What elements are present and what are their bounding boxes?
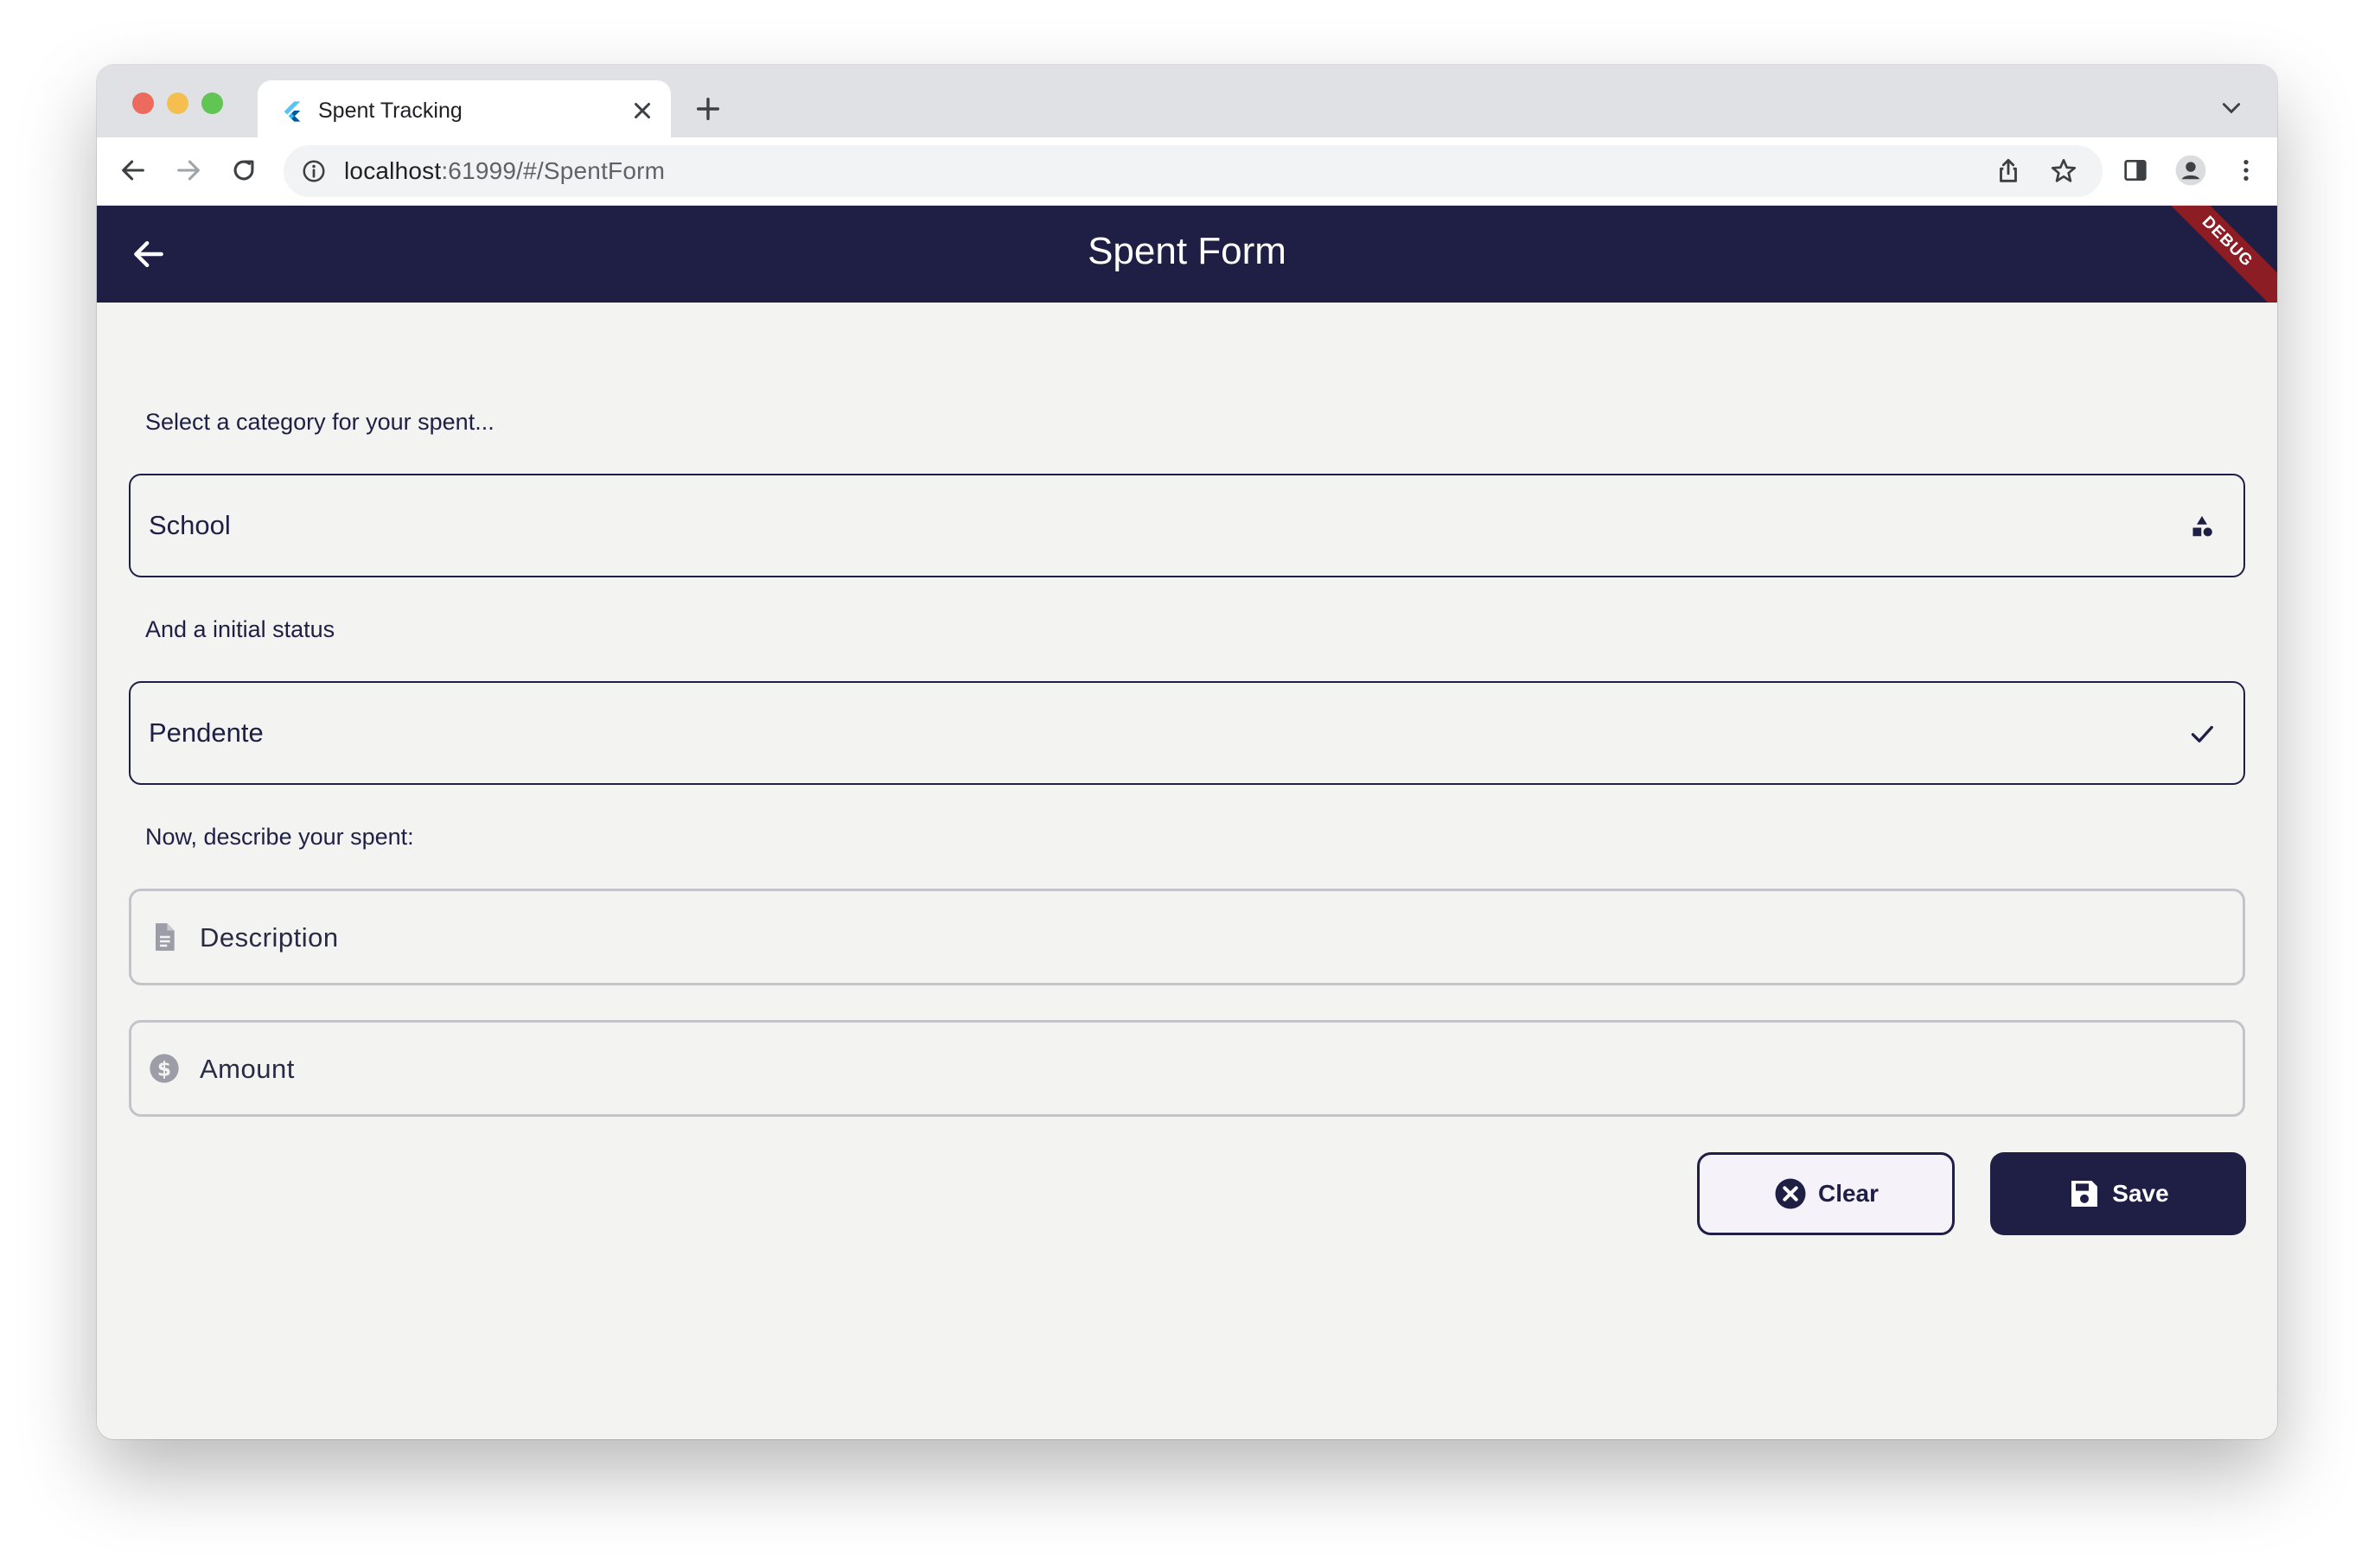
tab-strip: Spent Tracking <box>97 65 2277 141</box>
app-bar: Spent Form DEBUG <box>97 206 2277 303</box>
app-viewport: Spent Form DEBUG Select a category for y… <box>97 206 2277 1439</box>
new-tab-icon[interactable] <box>693 94 723 124</box>
profile-button[interactable] <box>2173 153 2208 188</box>
flutter-logo-icon <box>284 101 301 122</box>
profile-avatar-icon <box>2175 155 2206 186</box>
side-panel-icon <box>2124 160 2147 181</box>
description-placeholder: Description <box>200 922 339 953</box>
share-icon[interactable] <box>1994 156 2023 186</box>
dollar-circle-icon: $ <box>150 1054 179 1083</box>
maximize-window-button[interactable] <box>201 92 223 114</box>
describe-prompt: Now, describe your spent: <box>145 824 414 850</box>
side-panel-button[interactable] <box>2118 153 2153 188</box>
url-text: localhost:61999/#/SpentForm <box>344 157 665 185</box>
url-path: :61999/#/SpentForm <box>441 157 666 184</box>
amount-placeholder: Amount <box>200 1054 295 1084</box>
browser-window: Spent Tracking localhost:61999/#/SpentFo… <box>97 65 2277 1439</box>
close-tab-icon[interactable] <box>629 98 655 124</box>
description-input[interactable]: Description <box>129 889 2245 985</box>
tab-title: Spent Tracking <box>318 99 463 123</box>
reload-button[interactable] <box>227 153 261 188</box>
browser-menu-button[interactable] <box>2229 153 2263 188</box>
svg-text:$: $ <box>157 1056 171 1080</box>
clear-button-label: Clear <box>1817 1180 1879 1207</box>
back-nav-button[interactable] <box>116 153 150 188</box>
page-title: Spent Form <box>1088 230 1286 272</box>
cancel-circle-icon <box>1775 1178 1806 1209</box>
forward-nav-button[interactable] <box>171 153 206 188</box>
status-prompt: And a initial status <box>145 616 335 642</box>
tab-search-chevron-icon[interactable] <box>2220 99 2243 117</box>
arrow-left-icon <box>122 160 144 181</box>
browser-toolbar: localhost:61999/#/SpentForm <box>97 137 2277 206</box>
document-icon <box>156 923 175 951</box>
category-dropdown[interactable]: School <box>129 474 2245 577</box>
clear-button[interactable]: Clear <box>1697 1152 1955 1235</box>
address-bar[interactable]: localhost:61999/#/SpentForm <box>284 145 2103 197</box>
more-vertical-icon <box>2243 160 2249 181</box>
save-button[interactable]: Save <box>1990 1152 2246 1235</box>
url-host: localhost <box>344 157 442 184</box>
arrow-right-icon <box>177 160 200 181</box>
status-selected-value: Pendente <box>149 717 264 748</box>
check-icon <box>2191 725 2213 743</box>
floppy-disk-icon <box>2071 1181 2098 1207</box>
category-selected-value: School <box>149 510 231 540</box>
status-dropdown[interactable]: Pendente <box>129 681 2245 785</box>
browser-tab-active[interactable]: Spent Tracking <box>258 80 671 141</box>
close-window-button[interactable] <box>132 92 154 114</box>
amount-input[interactable]: $ Amount <box>129 1020 2245 1117</box>
category-shapes-icon <box>2192 516 2212 537</box>
bookmark-star-icon[interactable] <box>2049 156 2078 186</box>
reload-icon <box>233 160 254 181</box>
category-prompt: Select a category for your spent... <box>145 409 495 435</box>
save-button-label: Save <box>2112 1180 2169 1207</box>
site-info-icon[interactable] <box>301 158 327 184</box>
minimize-window-button[interactable] <box>167 92 188 114</box>
